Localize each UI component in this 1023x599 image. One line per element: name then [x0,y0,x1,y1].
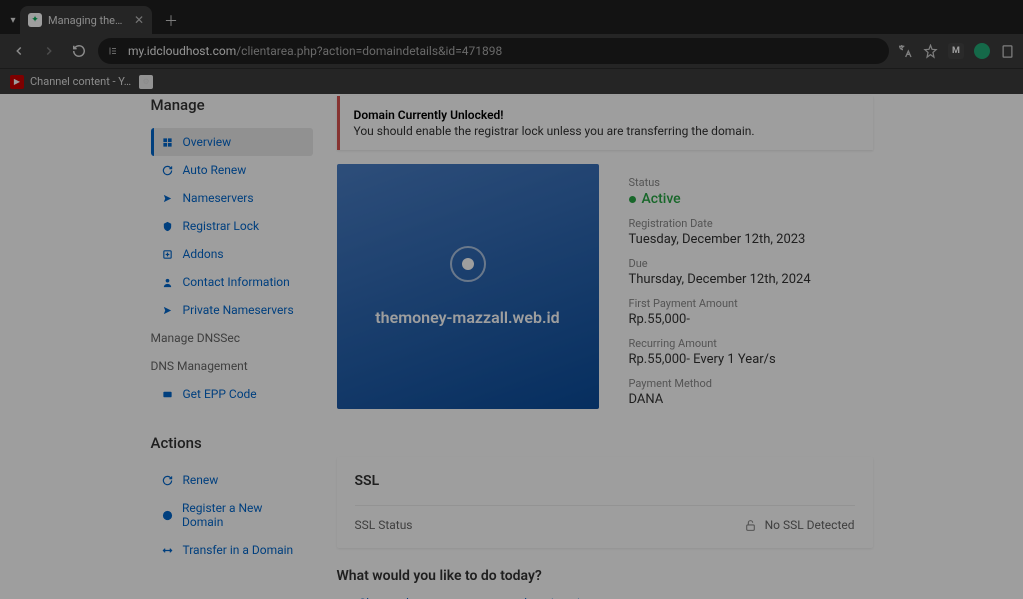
tab-favicon: ✦ [28,13,42,27]
sidebar-item-label: Overview [183,135,232,149]
manage-menu: Overview Auto Renew Nameservers Registra… [151,128,313,408]
sidebar-item-dnssec[interactable]: Manage DNSSec [151,324,313,352]
sidebar-item-addons[interactable]: Addons [151,240,313,268]
action-renew[interactable]: Renew [151,466,313,494]
alert-text: You should enable the registrar lock unl… [354,124,859,138]
bookmark-favicon-2: ⚙ [139,75,153,89]
action-label: Register a New Domain [182,501,302,529]
actions-heading: Actions [151,434,313,452]
bookmark-item[interactable]: ▶ Channel content - Y… [10,75,131,89]
first-pay-value: Rp.55,000- [629,312,857,327]
method-value: DANA [629,392,857,407]
epp-icon [161,389,175,400]
sidebar: Manage Overview Auto Renew Nameservers R… [151,94,313,599]
sidebar-item-label: Manage DNSSec [151,331,241,345]
domain-name: themoney-mazzall.web.id [375,308,559,327]
toolbar-icons: M [897,43,1015,59]
sidebar-item-label: Private Nameservers [183,303,294,317]
sidebar-item-private-ns[interactable]: Private Nameservers [151,296,313,324]
due-value: Thursday, December 12th, 2024 [629,272,857,287]
extension-icon-3[interactable] [1000,44,1015,59]
bookmark-label: Channel content - Y… [30,75,131,88]
new-tab-button[interactable]: ＋ [158,8,184,34]
sidebar-item-dns-mgmt[interactable]: DNS Management [151,352,313,380]
sidebar-item-label: Nameservers [183,191,254,205]
overview-icon [161,137,175,148]
action-label: Transfer in a Domain [183,543,294,557]
browser-toolbar: my.idcloudhost.com/clientarea.php?action… [0,34,1023,68]
sidebar-item-label: DNS Management [151,359,248,373]
sidebar-item-label: Get EPP Code [183,387,257,401]
info-card: Status Active Registration Date Tuesday,… [613,164,873,429]
recurring-label: Recurring Amount [629,337,857,350]
ssl-card: SSL SSL Status No SSL Detected [337,457,873,548]
manage-heading: Manage [151,96,313,114]
ssl-heading: SSL [355,473,855,489]
page-content: Manage Overview Auto Renew Nameservers R… [0,94,1023,599]
status-badge: Active [629,191,857,207]
reload-button[interactable] [68,40,90,62]
addons-icon [161,249,175,260]
ssl-status-label: SSL Status [355,518,413,532]
sidebar-item-overview[interactable]: Overview [151,128,313,156]
private-ns-icon [161,305,175,316]
sidebar-item-autorenew[interactable]: Auto Renew [151,156,313,184]
status-label: Status [629,176,857,189]
browser-tab[interactable]: ✦ Managing themoney-mazzall… ✕ [20,6,152,34]
site-info-icon[interactable] [108,45,120,57]
sidebar-item-registrar-lock[interactable]: Registrar Lock [151,212,313,240]
reg-date-label: Registration Date [629,217,857,230]
renew-icon [161,475,175,486]
forward-button[interactable] [38,40,60,62]
alert-banner: Domain Currently Unlocked! You should en… [337,96,873,150]
due-label: Due [629,257,857,270]
bookmarks-bar: ▶ Channel content - Y… ⚙ [0,68,1023,94]
sidebar-item-contact[interactable]: Contact Information [151,268,313,296]
sidebar-item-nameservers[interactable]: Nameservers [151,184,313,212]
bookmark-item-2[interactable]: ⚙ [139,75,153,89]
action-register[interactable]: Register a New Domain [151,494,313,536]
extension-icon-2[interactable] [974,43,990,59]
recurring-value: Rp.55,000- Every 1 Year/s [629,352,857,367]
actions-menu: Renew Register a New Domain Transfer in … [151,466,313,564]
main-content: Domain Currently Unlocked! You should en… [337,94,873,599]
reg-date-value: Tuesday, December 12th, 2023 [629,232,857,247]
extension-icon-1[interactable]: M [948,43,964,59]
sidebar-item-label: Auto Renew [183,163,247,177]
tab-title: Managing themoney-mazzall… [48,14,128,27]
address-bar[interactable]: my.idcloudhost.com/clientarea.php?action… [98,38,889,64]
status-value: Active [642,191,681,207]
bookmark-star-icon[interactable] [923,44,938,59]
action-transfer[interactable]: Transfer in a Domain [151,536,313,564]
ssl-status-value: No SSL Detected [744,518,855,532]
back-button[interactable] [8,40,30,62]
status-dot-icon [629,196,636,203]
sidebar-item-label: Addons [183,247,224,261]
register-icon [161,510,175,521]
lock-icon [161,221,175,232]
nameservers-icon [161,193,175,204]
sidebar-item-label: Contact Information [183,275,290,289]
domain-card: themoney-mazzall.web.id [337,164,599,409]
sidebar-item-label: Registrar Lock [183,219,260,233]
first-pay-label: First Payment Amount [629,297,857,310]
contact-icon [161,277,175,288]
url-text: my.idcloudhost.com/clientarea.php?action… [128,44,502,58]
tab-search-dropdown[interactable]: ▾ [6,6,20,34]
action-label: Renew [183,473,219,487]
translate-icon[interactable] [897,43,913,59]
tab-close-icon[interactable]: ✕ [134,13,144,27]
alert-title: Domain Currently Unlocked! [354,108,859,122]
today-heading: What would you like to do today? [337,568,873,584]
tab-strip: ▾ ✦ Managing themoney-mazzall… ✕ ＋ [0,0,1023,34]
autorenew-icon [161,165,175,176]
domain-avatar-icon [450,246,486,282]
unlock-icon [744,519,757,532]
youtube-icon: ▶ [10,75,24,89]
sidebar-item-epp[interactable]: Get EPP Code [151,380,313,408]
transfer-icon [161,545,175,556]
method-label: Payment Method [629,377,857,390]
